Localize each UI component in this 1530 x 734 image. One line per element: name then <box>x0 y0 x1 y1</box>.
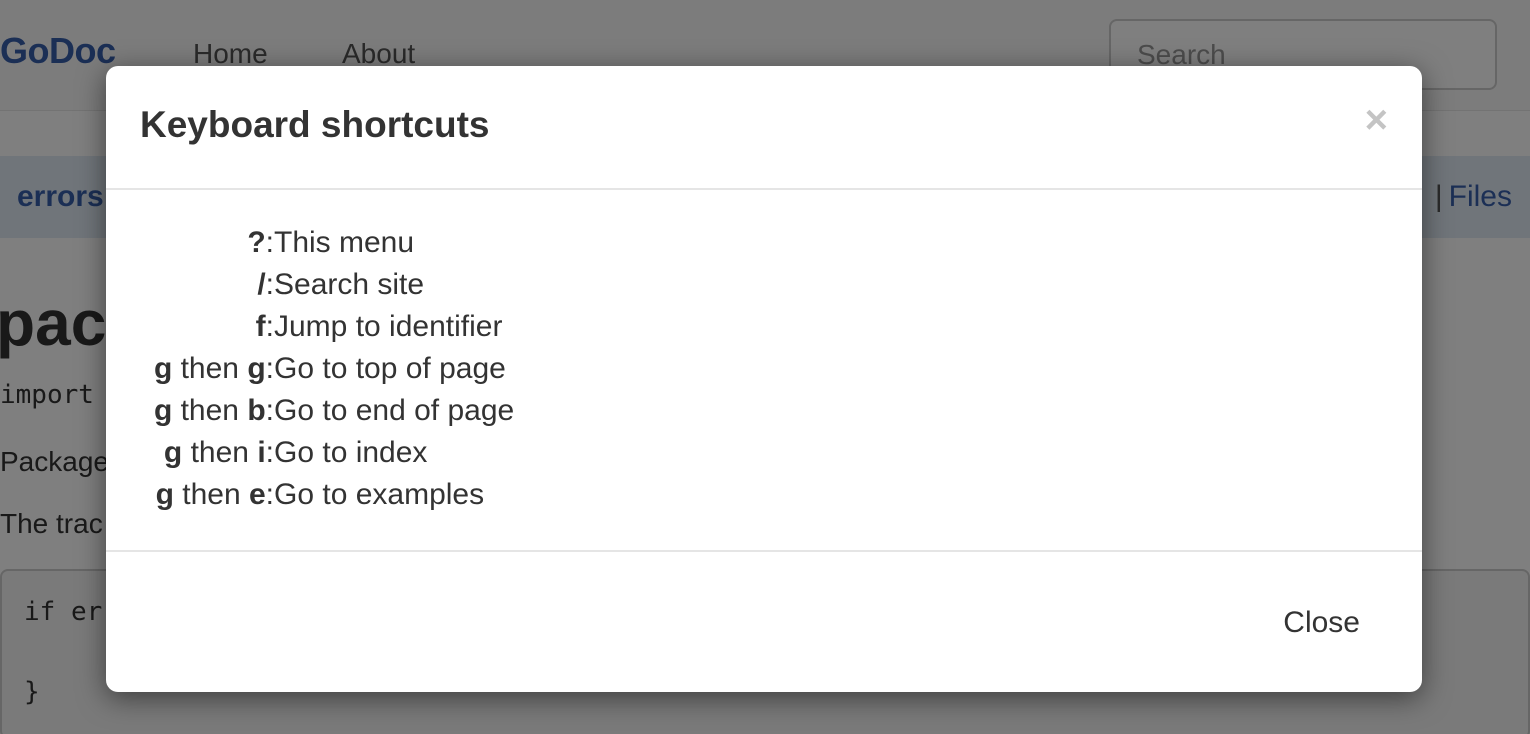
shortcut-key: ? <box>247 226 266 259</box>
shortcut-connector: then <box>172 394 248 427</box>
page: GoDoc Home About errors s |Files pac imp… <box>0 0 1530 734</box>
modal-title: Keyboard shortcuts <box>140 104 490 145</box>
shortcut-keys: g then b: <box>153 394 274 427</box>
shortcut-description: Go to index <box>274 436 428 469</box>
shortcut-connector: then <box>172 352 248 385</box>
shortcut-keys: ?: <box>247 226 274 259</box>
shortcut-key: / <box>257 268 266 301</box>
shortcut-description: This menu <box>274 226 415 259</box>
shortcut-keys: /: <box>257 268 274 301</box>
shortcut-key: g <box>153 394 173 427</box>
shortcut-description: Jump to identifier <box>274 310 503 343</box>
close-icon[interactable]: × <box>1365 100 1388 140</box>
shortcut-description: Search site <box>274 268 425 301</box>
shortcut-key: e <box>248 478 266 511</box>
shortcut-description: Go to top of page <box>274 352 506 385</box>
shortcut-connector: then <box>173 478 249 511</box>
shortcut-keys: g then g: <box>153 352 274 385</box>
shortcut-key: i <box>257 436 266 469</box>
shortcut-keys: g then e: <box>155 478 274 511</box>
shortcut-keys: g then i: <box>163 436 274 469</box>
shortcut-connector: then <box>182 436 258 469</box>
shortcut-key: g <box>155 478 174 511</box>
shortcut-keys: f: <box>255 310 274 343</box>
shortcut-key: g <box>247 352 266 385</box>
shortcut-key: b <box>247 394 266 427</box>
close-button[interactable]: Close <box>1271 600 1372 646</box>
shortcut-key: f <box>255 310 266 343</box>
shortcut-description: Go to examples <box>274 478 485 511</box>
modal-footer: Close <box>106 550 1422 692</box>
shortcut-description: Go to end of page <box>274 394 515 427</box>
shortcut-key: g <box>153 352 173 385</box>
keyboard-shortcuts-modal: Keyboard shortcuts × ?: This menu/: Search… <box>106 66 1422 692</box>
shortcut-key: g <box>163 436 183 469</box>
modal-header: Keyboard shortcuts × <box>106 66 1422 190</box>
